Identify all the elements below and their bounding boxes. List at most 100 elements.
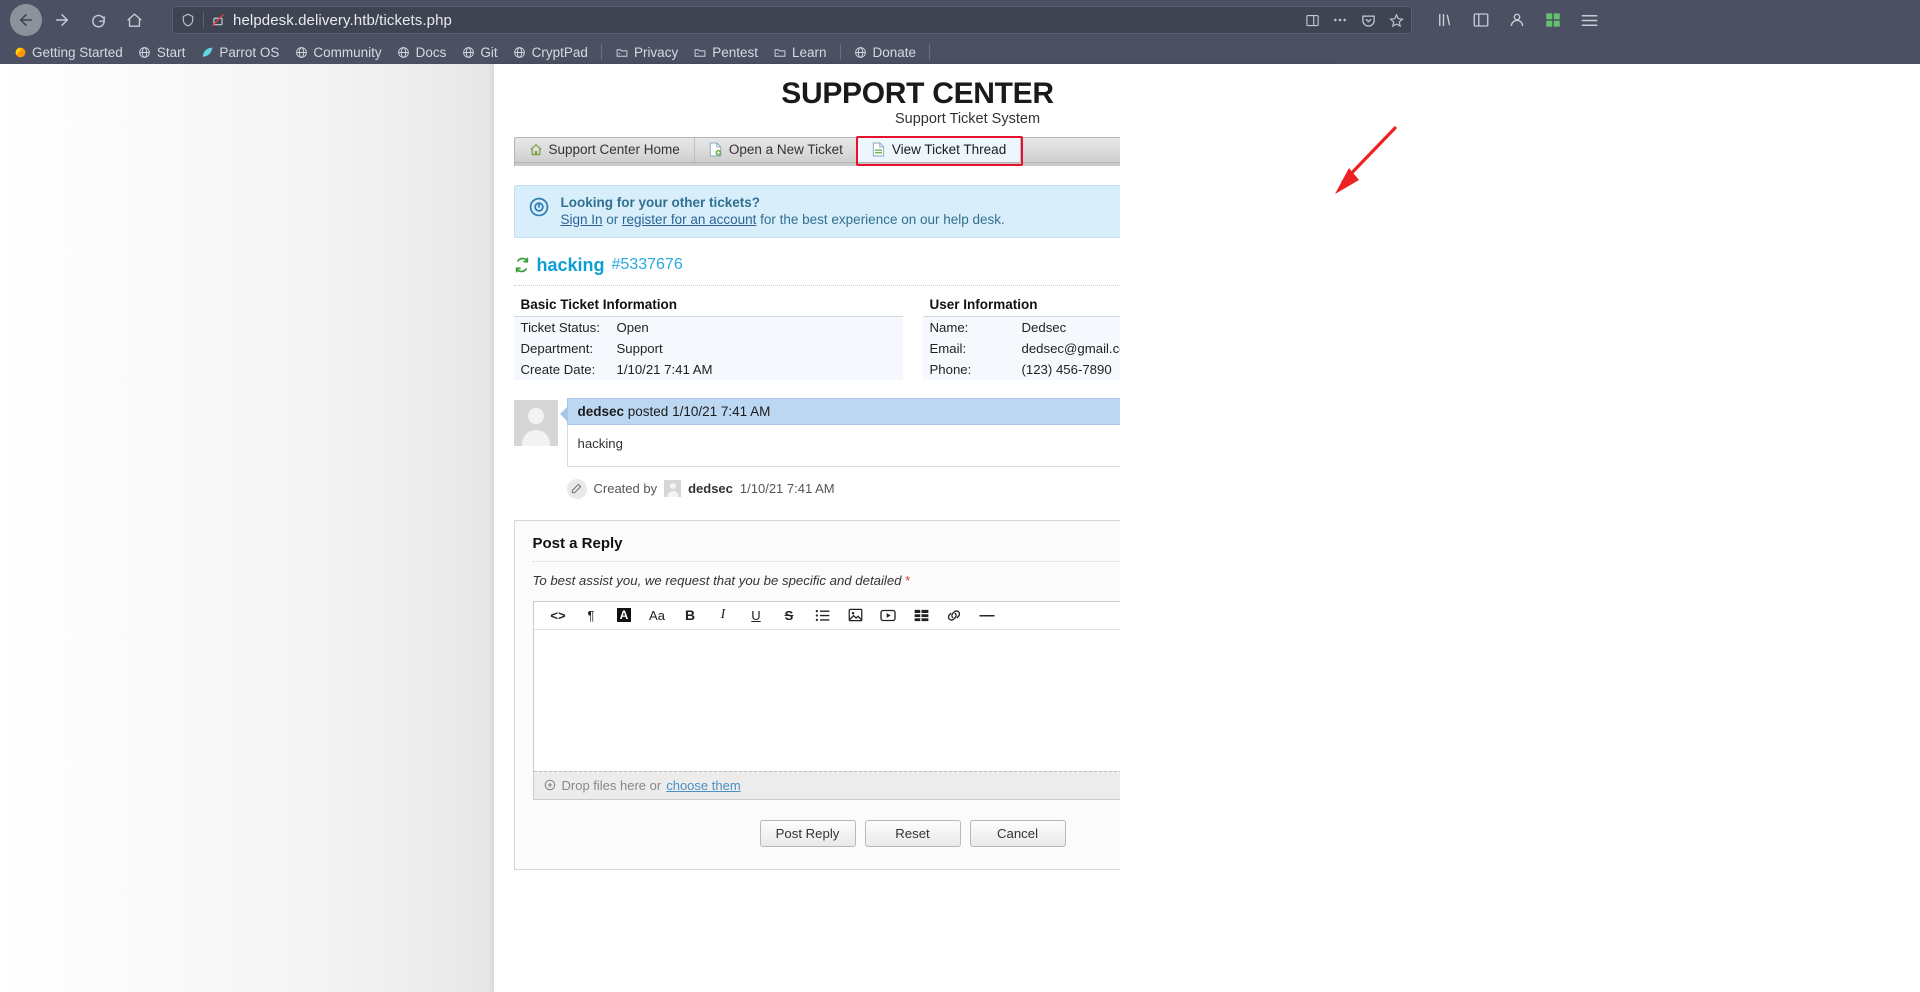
basic-ticket-information: Basic Ticket Information Ticket Status: O… — [513, 295, 915, 380]
bookmark-start[interactable]: Start — [131, 43, 193, 62]
font-size-icon[interactable]: Aa — [641, 602, 674, 628]
created-by-prefix: Created by — [593, 481, 658, 496]
bookmark-cryptpad[interactable]: CryptPad — [506, 43, 595, 62]
horizontal-rule-icon[interactable]: — — [971, 602, 1004, 628]
bookmark-privacy[interactable]: Privacy — [608, 43, 685, 62]
bookmark-docs[interactable]: Docs — [390, 43, 454, 62]
table-icon[interactable] — [905, 602, 938, 628]
drop-text: Drop files here or — [561, 777, 662, 793]
reset-button[interactable]: Reset — [864, 819, 961, 847]
bookmark-git[interactable]: Git — [454, 43, 504, 62]
folder-icon — [693, 45, 707, 59]
folder-icon — [773, 45, 787, 59]
post-author: dedsec — [577, 403, 625, 419]
refresh-status-icon — [514, 257, 530, 273]
bullet-list-icon[interactable] — [806, 602, 839, 628]
bold-icon[interactable]: B — [674, 602, 707, 628]
underline-icon[interactable]: U — [740, 602, 773, 628]
globe-icon — [294, 45, 308, 59]
reader-mode-icon[interactable] — [1303, 11, 1321, 29]
avatar-head — [527, 407, 544, 424]
bookmark-donate[interactable]: Donate — [847, 43, 924, 62]
home-button[interactable] — [118, 4, 150, 36]
tab-support-center-home[interactable]: Support Center Home — [515, 137, 695, 162]
bookmark-label: Pentest — [712, 44, 758, 60]
bookmark-learn[interactable]: Learn — [766, 43, 834, 62]
paragraph-icon[interactable]: ¶ — [575, 602, 608, 628]
image-icon[interactable] — [839, 602, 872, 628]
add-file-icon — [544, 779, 557, 792]
bookmark-star-icon[interactable] — [1387, 11, 1405, 29]
forward-button[interactable] — [46, 4, 78, 36]
library-icon[interactable] — [1434, 9, 1456, 31]
basic-info-row: Department: Support — [514, 338, 903, 359]
toolbar-right-icons — [1434, 9, 1600, 31]
page-actions-icon[interactable] — [1331, 11, 1349, 29]
basic-info-key: Create Date: — [520, 361, 596, 377]
created-by-date: 1/10/21 7:41 AM — [739, 481, 835, 496]
bookmark-community[interactable]: Community — [287, 43, 388, 62]
bookmarks-bar: Getting Started Start Parrot OS Community Do… — [0, 40, 1920, 64]
tab-label: Support Center Home — [548, 142, 680, 157]
bookmark-getting-started[interactable]: Getting Started — [6, 43, 130, 62]
sidebar-icon[interactable] — [1470, 9, 1492, 31]
basic-info-row: Ticket Status: Open — [514, 317, 903, 338]
menu-hamburger-icon[interactable] — [1578, 9, 1600, 31]
tab-open-a-new-ticket[interactable]: Open a New Ticket — [695, 137, 858, 162]
source-code-icon[interactable]: <> — [542, 602, 575, 628]
basic-info-row: Create Date: 1/10/21 7:41 AM — [514, 359, 903, 380]
basic-info-value: Open — [616, 319, 649, 335]
globe-icon — [854, 45, 868, 59]
save-to-pocket-icon[interactable] — [1359, 11, 1377, 29]
italic-icon[interactable]: I — [707, 602, 740, 628]
ticket-subject: hacking — [536, 254, 605, 275]
post-reply-button[interactable]: Post Reply — [759, 819, 856, 847]
text-color-icon[interactable]: A — [608, 602, 641, 628]
globe-icon — [397, 45, 411, 59]
basic-info-heading: Basic Ticket Information — [520, 296, 678, 312]
post-meta: posted 1/10/21 7:41 AM — [624, 403, 771, 419]
basic-info-rows: Ticket Status: Open Department: Support Crea… — [513, 315, 903, 380]
avatar — [513, 399, 558, 446]
user-info-key: Email: — [929, 340, 967, 356]
basic-info-value: 1/10/21 7:41 AM — [616, 361, 713, 377]
tab-view-ticket-thread[interactable]: View Ticket Thread — [857, 137, 1022, 162]
tracking-protection-icon[interactable] — [179, 11, 197, 29]
globe-icon — [461, 45, 475, 59]
bookmark-label: Git — [480, 44, 498, 60]
bookmark-label: CryptPad — [531, 44, 588, 60]
browser-chrome: helpdesk.delivery.htb/tickets.php Gettin… — [0, 0, 1920, 64]
basic-info-value: Support — [616, 340, 663, 356]
new-ticket-icon — [709, 142, 723, 157]
notice-signin-link[interactable]: Sign In — [561, 212, 603, 227]
notice-or: or — [602, 211, 623, 227]
bookmark-separator — [929, 44, 931, 60]
link-icon[interactable] — [938, 602, 971, 628]
message-beak — [559, 406, 567, 421]
bookmark-parrot-os[interactable]: Parrot OS — [193, 43, 286, 62]
account-icon[interactable] — [1506, 9, 1528, 31]
reply-hint-text: To best assist you, we request that you … — [532, 572, 902, 588]
bookmark-pentest[interactable]: Pentest — [686, 43, 765, 62]
back-button[interactable] — [10, 4, 42, 36]
reload-button[interactable] — [82, 4, 114, 36]
notice-register-link[interactable]: register for an account — [622, 212, 756, 227]
notice-tail: for the best experience on our help desk… — [756, 211, 1005, 227]
info-icon — [528, 196, 550, 218]
cancel-button[interactable]: Cancel — [969, 819, 1066, 847]
insecure-connection-icon[interactable] — [210, 12, 226, 28]
choose-files-link[interactable]: choose them — [666, 778, 740, 793]
bookmark-separator — [839, 44, 841, 60]
extensions-icon[interactable] — [1542, 9, 1564, 31]
created-by-avatar — [664, 480, 682, 497]
folder-icon — [615, 45, 629, 59]
mini-avatar-head — [669, 483, 676, 489]
strikethrough-icon[interactable]: S — [773, 602, 806, 628]
created-by-author: dedsec — [688, 481, 733, 496]
url-text: helpdesk.delivery.htb/tickets.php — [233, 11, 452, 29]
address-bar[interactable]: helpdesk.delivery.htb/tickets.php — [172, 6, 1412, 34]
user-info-key: Name: — [929, 319, 969, 335]
bookmark-label: Getting Started — [32, 44, 123, 60]
ticket-number: #5337676 — [611, 256, 683, 273]
video-icon[interactable] — [872, 602, 905, 628]
